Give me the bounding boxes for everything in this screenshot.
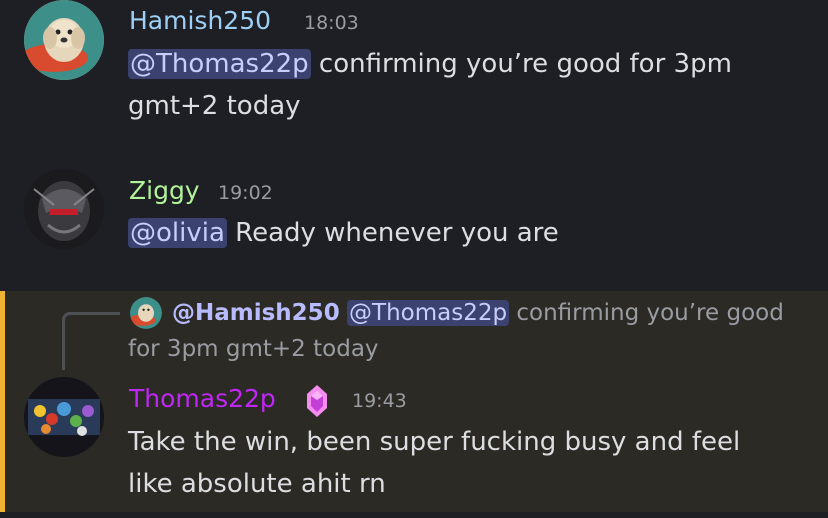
timestamp: 18:03 (304, 12, 359, 34)
avatar[interactable] (24, 377, 104, 457)
username[interactable]: Ziggy (129, 176, 200, 206)
reply-username[interactable]: @Hamish250 (172, 300, 340, 326)
user-mention[interactable]: @Thomas22p (128, 49, 311, 79)
timestamp: 19:43 (352, 390, 407, 412)
reply-mention[interactable]: @Thomas22p (347, 300, 510, 326)
nitro-gem-icon[interactable] (306, 384, 328, 418)
reply-preview[interactable]: @Hamish250 @Thomas22p confirming you’re … (128, 295, 808, 367)
username[interactable]: Hamish250 (129, 6, 271, 36)
avatar[interactable] (24, 169, 104, 249)
message-text-continued: like absolute ahit rn (128, 469, 386, 499)
message-text-continued: gmt+2 today (128, 91, 301, 121)
message-text: confirming you’re good for 3pm (310, 49, 732, 79)
message-text: Take the win, been super fucking busy an… (128, 427, 741, 457)
reply-connector (62, 312, 120, 370)
timestamp: 19:02 (218, 182, 273, 204)
avatar[interactable] (24, 0, 104, 80)
message-content: @olivia Ready whenever you are (128, 212, 788, 254)
message-content: Take the win, been super fucking busy an… (128, 421, 788, 505)
username[interactable]: Thomas22p (129, 384, 276, 414)
user-mention[interactable]: @olivia (128, 218, 227, 248)
bottom-edge (0, 512, 828, 518)
message-content: @Thomas22p confirming you’re good for 3p… (128, 43, 788, 127)
message-text: Ready whenever you are (226, 218, 559, 248)
